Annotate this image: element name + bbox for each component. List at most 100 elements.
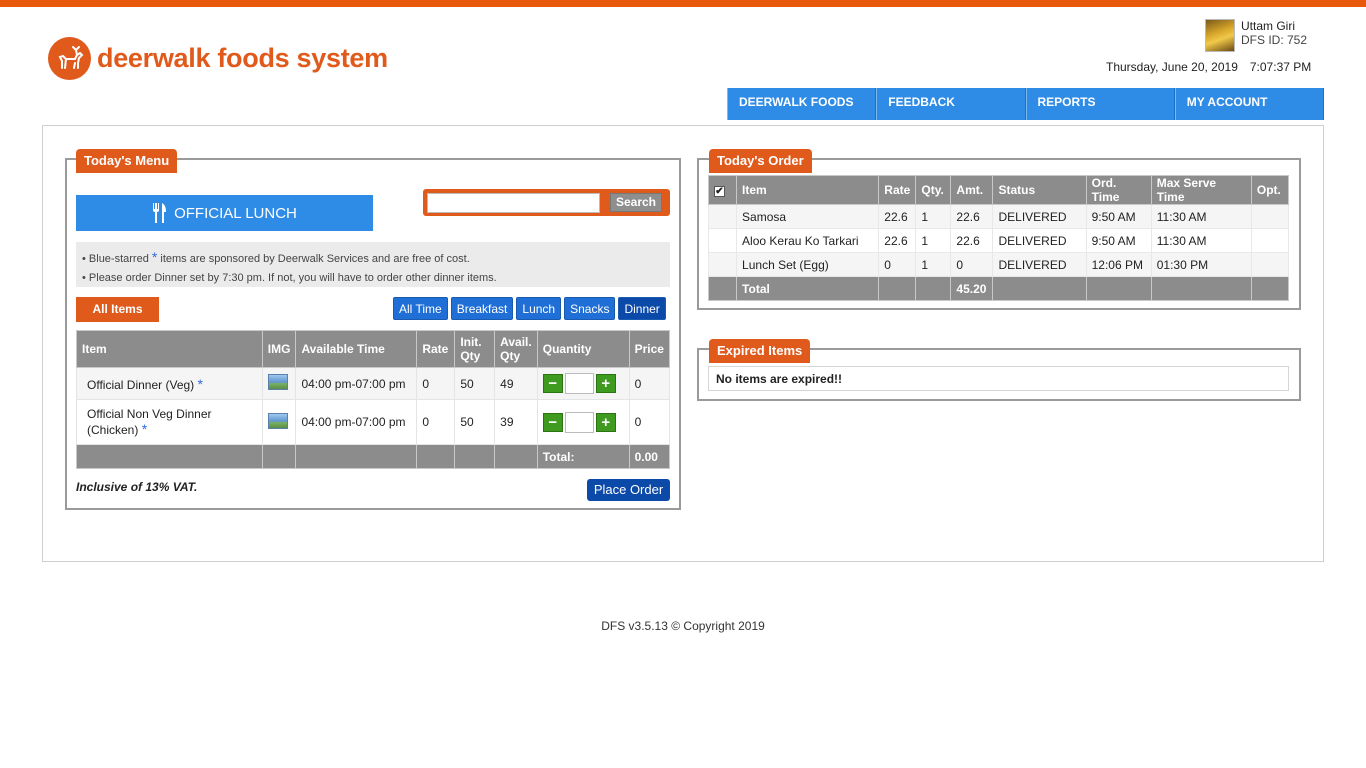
filter-lunch[interactable]: Lunch [516, 297, 562, 320]
user-info: Uttam Giri DFS ID: 752 [1205, 19, 1307, 52]
image-preview-icon[interactable] [267, 412, 288, 429]
quantity-input[interactable] [564, 373, 594, 394]
menu-item-avail-qty: 49 [494, 367, 538, 400]
menu-item-time: 04:00 pm-07:00 pm [295, 399, 418, 445]
note-sponsored: • Blue-starred * items are sponsored by … [82, 248, 664, 269]
col-status: Status [992, 175, 1087, 205]
order-status: DELIVERED [992, 204, 1087, 229]
col-img: IMG [261, 330, 297, 368]
menu-item-name: Official Dinner (Veg) * [76, 367, 263, 400]
order-rate: 0 [878, 252, 917, 277]
order-max-serve: 01:30 PM [1150, 252, 1252, 277]
order-total-label: Total [736, 276, 880, 301]
quantity-stepper: − + [536, 399, 630, 445]
menu-notes: • Blue-starred * items are sponsored by … [76, 242, 670, 287]
nav-feedback[interactable]: FEEDBACK [876, 88, 1026, 120]
blue-star-icon: * [197, 375, 203, 392]
table-row: Aloo Kerau Ko Tarkari 22.6 1 22.6 DELIVE… [707, 228, 1290, 253]
select-all-checkbox[interactable]: ✔ [714, 186, 725, 197]
col-item: Item [736, 175, 880, 205]
minus-icon[interactable]: − [542, 374, 563, 393]
order-amt: 22.6 [950, 228, 994, 253]
blue-star-icon: * [141, 421, 148, 437]
menu-item-init-qty: 50 [454, 399, 496, 445]
col-opt: Opt. [1250, 175, 1290, 205]
nav-reports[interactable]: REPORTS [1025, 88, 1175, 120]
menu-item-name: Official Non Veg Dinner (Chicken) * [76, 399, 263, 445]
nav-deerwalk-foods[interactable]: DEERWALK FOODS [727, 88, 877, 120]
order-status: DELIVERED [992, 228, 1087, 253]
minus-icon[interactable]: − [542, 412, 563, 432]
expired-message: No items are expired!! [708, 366, 1289, 391]
user-id: DFS ID: 752 [1241, 33, 1308, 47]
avatar[interactable] [1205, 19, 1235, 52]
note-dinner: • Please order Dinner set by 7:30 pm. If… [82, 272, 497, 284]
official-lunch-button[interactable]: OFFICIAL LUNCH [76, 195, 373, 231]
filter-breakfast[interactable]: Breakfast [450, 297, 514, 320]
order-time: 12:06 PM [1085, 252, 1152, 277]
order-qty: 1 [915, 204, 952, 229]
col-init-qty: Init. Qty [454, 330, 496, 368]
order-max-serve: 11:30 AM [1150, 228, 1252, 253]
quantity-input[interactable] [564, 411, 594, 433]
menu-item-img [261, 399, 297, 445]
expired-items-tab: Expired Items [709, 339, 811, 363]
menu-item-img [261, 367, 297, 400]
image-preview-icon[interactable] [267, 374, 288, 390]
menu-item-price: 0 [628, 367, 671, 400]
plus-icon[interactable]: + [595, 412, 616, 432]
filter-snacks[interactable]: Snacks [564, 297, 616, 320]
todays-order-tab: Today's Order [709, 149, 812, 173]
menu-total-value: 0.00 [628, 444, 671, 469]
col-ord-time: Ord. Time [1085, 175, 1152, 205]
order-time: 9:50 AM [1085, 228, 1152, 253]
order-rate: 22.6 [878, 228, 917, 253]
col-price: Price [628, 330, 671, 368]
current-date: Thursday, June 20, 2019 [1106, 60, 1238, 74]
official-lunch-label: OFFICIAL LUNCH [174, 204, 297, 222]
search-bar: Search [423, 189, 670, 216]
time-filters: All Time Breakfast Lunch Snacks Dinner [393, 297, 669, 320]
main-nav: DEERWALK FOODS FEEDBACK REPORTS MY ACCOU… [727, 88, 1324, 120]
order-max-serve: 11:30 AM [1150, 204, 1252, 229]
menu-item-time: 04:00 pm-07:00 pm [295, 367, 418, 400]
order-item: Lunch Set (Egg) [736, 252, 880, 277]
filter-all-time[interactable]: All Time [393, 297, 448, 320]
brand-name: deerwalk foods system [97, 43, 388, 73]
menu-total-label: Total: [536, 444, 630, 469]
vat-note: Inclusive of 13% VAT. [76, 480, 198, 494]
top-accent-bar [0, 0, 1366, 7]
col-rate: Rate [878, 175, 917, 205]
brand-logo[interactable]: deerwalk foods system [48, 37, 388, 80]
order-item: Aloo Kerau Ko Tarkari [736, 228, 880, 253]
menu-item-label: Official Non Veg Dinner (Chicken) [87, 407, 212, 437]
deer-logo-icon [48, 37, 91, 80]
search-input[interactable] [427, 192, 600, 213]
table-row: Samosa 22.6 1 22.6 DELIVERED 9:50 AM 11:… [707, 204, 1290, 229]
menu-item-price: 0 [628, 399, 671, 445]
note-sponsored-pre: • Blue-starred [82, 253, 149, 265]
order-time: 9:50 AM [1085, 204, 1152, 229]
order-total-row: Total 45.20 [707, 276, 1290, 301]
search-button[interactable]: Search [610, 193, 662, 212]
menu-total-row: Total: 0.00 [76, 444, 671, 469]
order-item: Samosa [736, 204, 880, 229]
note-sponsored-post: items are sponsored by Deerwalk Services… [160, 253, 470, 265]
footer-copyright: DFS v3.5.13 © Copyright 2019 [601, 619, 765, 633]
todays-menu-tab: Today's Menu [76, 149, 178, 173]
col-item: Item [76, 330, 263, 368]
col-quantity: Quantity [536, 330, 630, 368]
filter-dinner[interactable]: Dinner [618, 297, 666, 320]
order-rate: 22.6 [878, 204, 917, 229]
menu-item-rate: 0 [416, 367, 456, 400]
place-order-button[interactable]: Place Order [587, 479, 670, 501]
current-time: 7:07:37 PM [1249, 60, 1312, 74]
plus-icon[interactable]: + [595, 374, 616, 393]
all-items-tab[interactable]: All Items [76, 297, 159, 322]
col-qty: Qty. [915, 175, 952, 205]
order-qty: 1 [915, 228, 952, 253]
col-rate: Rate [416, 330, 456, 368]
order-amt: 22.6 [950, 204, 994, 229]
menu-item-label: Official Dinner (Veg) [87, 377, 195, 392]
nav-my-account[interactable]: MY ACCOUNT [1174, 88, 1324, 120]
